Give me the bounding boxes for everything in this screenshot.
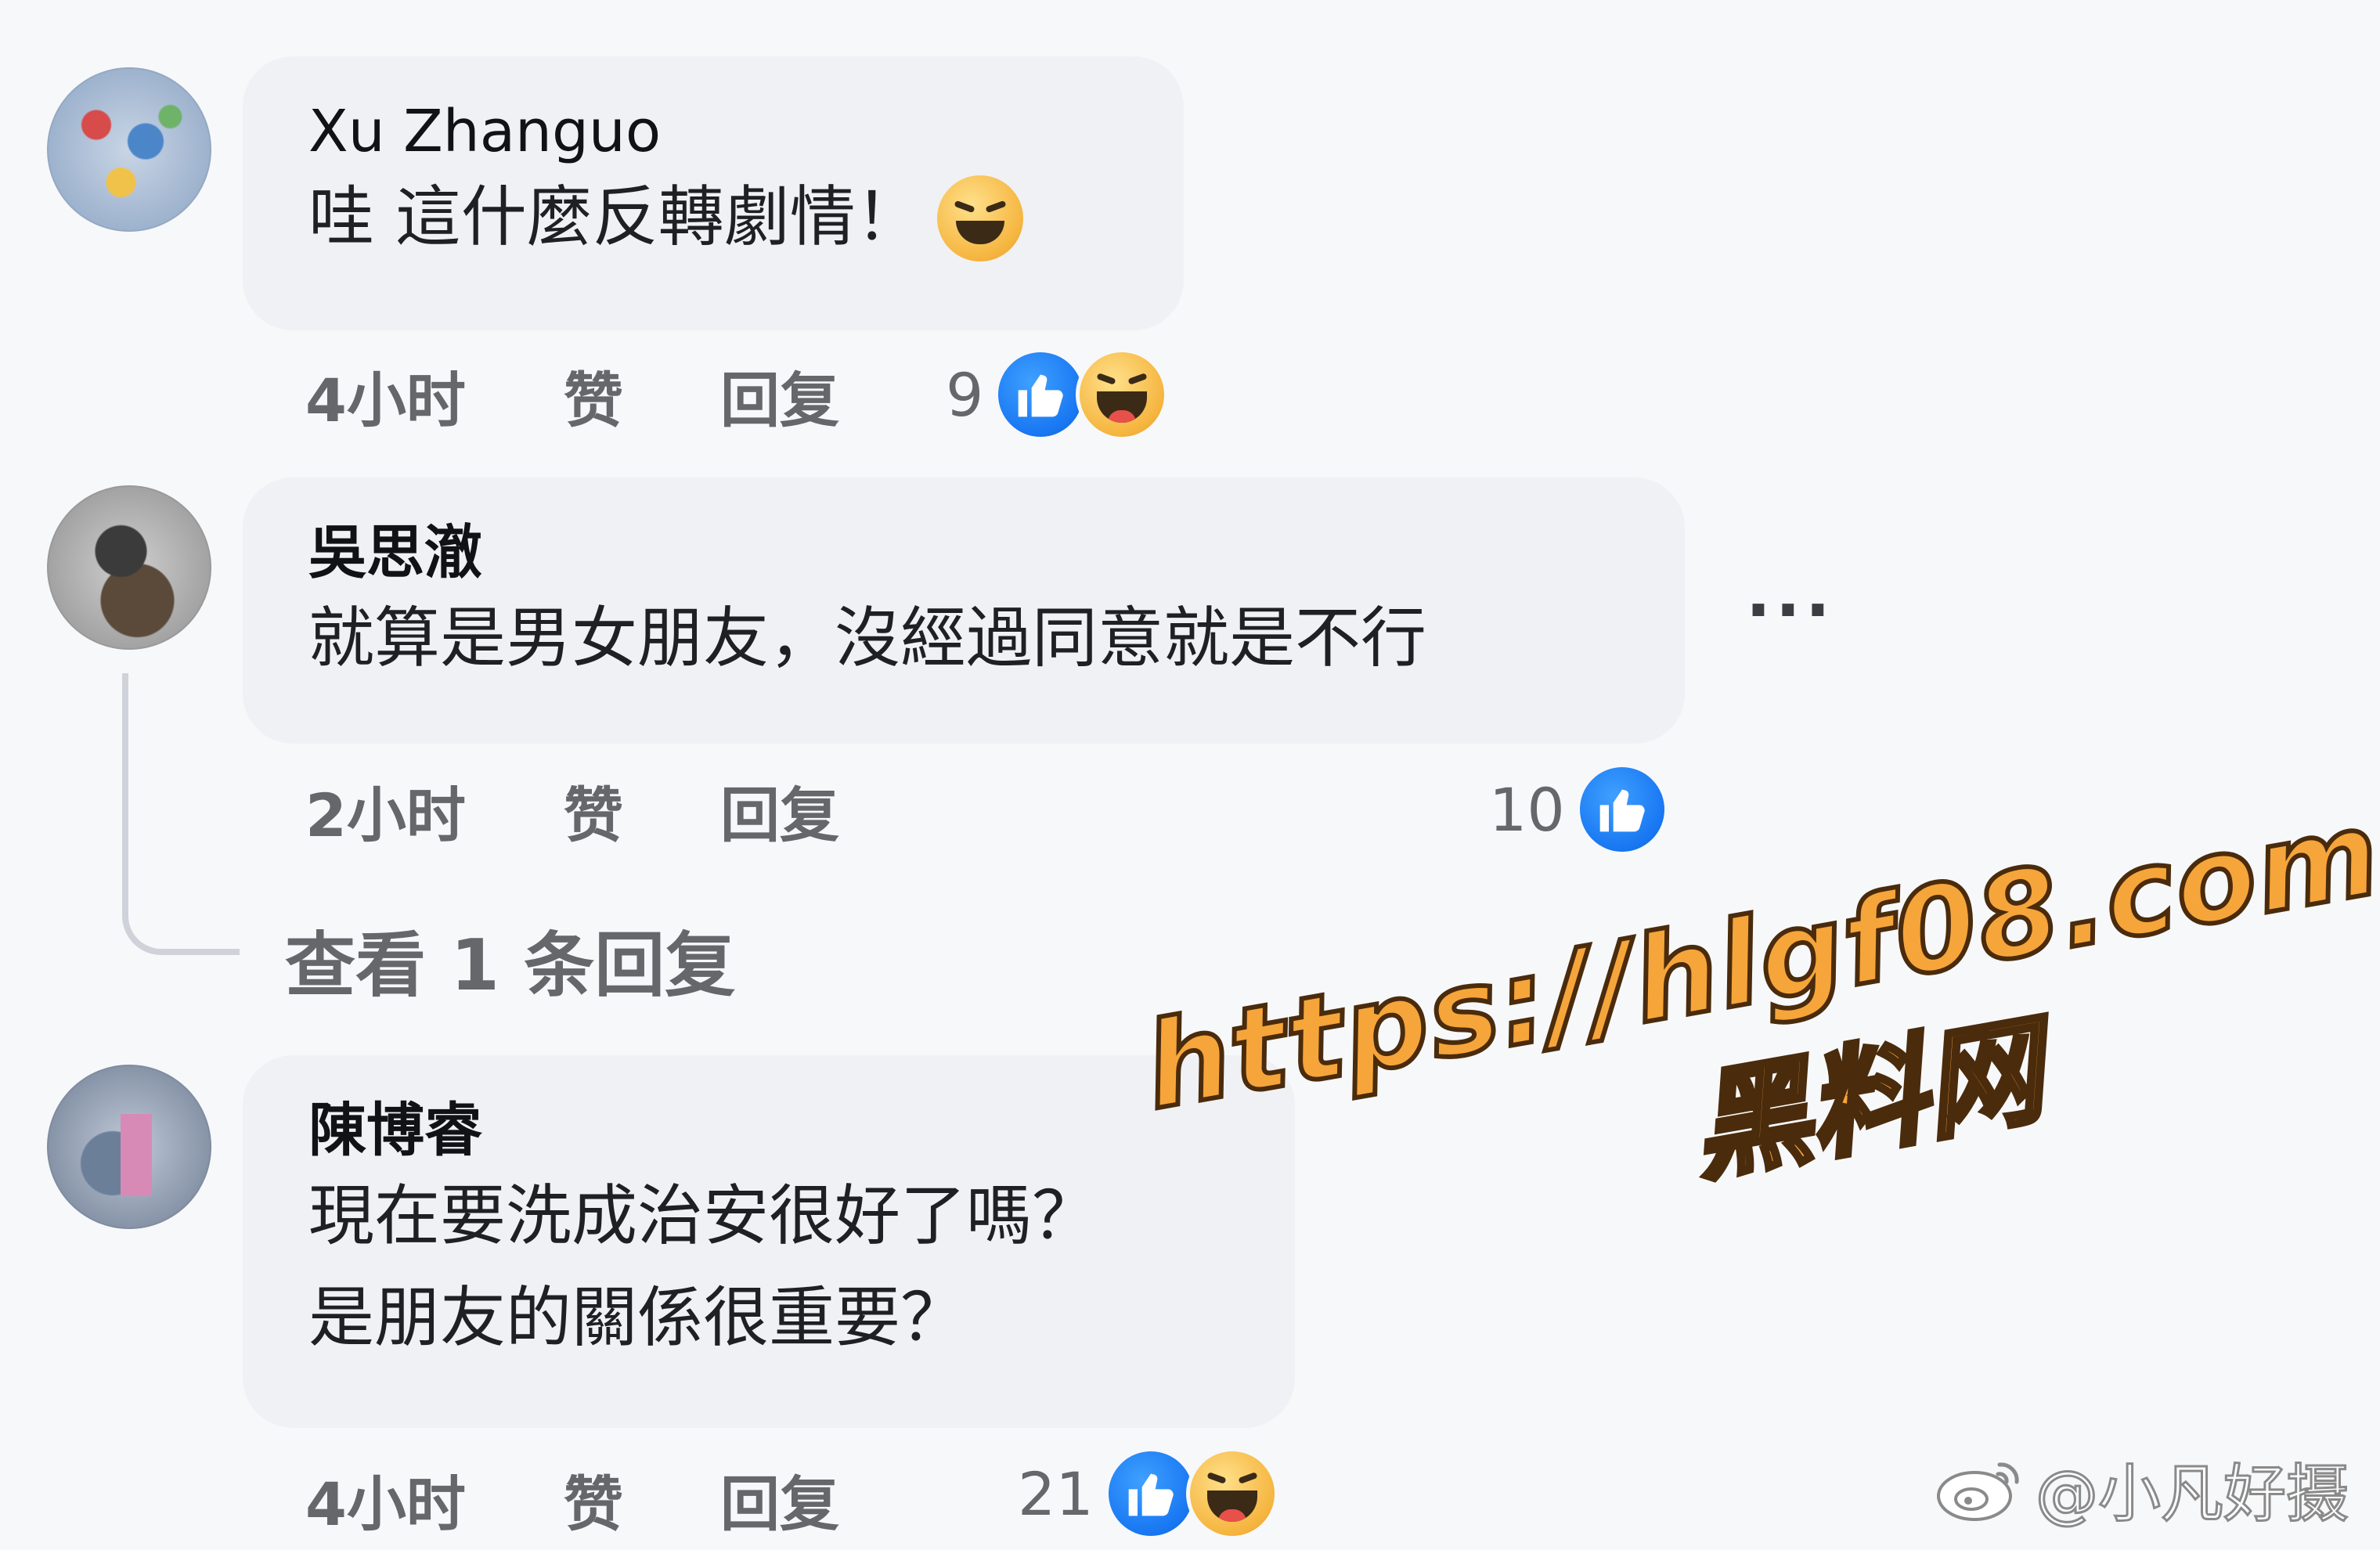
- reaction-count: 10: [1489, 774, 1565, 845]
- haha-reaction-icon: [1076, 348, 1169, 441]
- comment-bubble: 陳博睿 現在要洗成治安很好了嗎？ 是朋友的關係很重要？: [243, 1055, 1295, 1428]
- like-button[interactable]: 赞: [564, 352, 720, 438]
- comment-actions: 4小时 赞 回复: [305, 1456, 939, 1542]
- weibo-watermark: @小凡好摄: [1934, 1444, 2350, 1534]
- comment-time[interactable]: 2小时: [305, 767, 564, 853]
- comment-author[interactable]: 吳思澈: [308, 518, 1622, 587]
- thread-connector-line: [122, 673, 240, 955]
- reaction-count: 21: [1018, 1458, 1094, 1529]
- haha-reaction-icon: [1185, 1447, 1278, 1540]
- avatar[interactable]: [47, 1065, 211, 1229]
- like-button[interactable]: 赞: [564, 767, 720, 853]
- reply-button[interactable]: 回复: [720, 767, 939, 853]
- like-reaction-icon: [1104, 1447, 1197, 1540]
- comment-time[interactable]: 4小时: [305, 352, 564, 438]
- weibo-handle: @小凡好摄: [2035, 1457, 2350, 1532]
- reply-button[interactable]: 回复: [720, 352, 939, 438]
- reaction-summary[interactable]: 21: [1018, 1447, 1278, 1541]
- comment-bubble: Xu Zhanguo 哇 這什麼反轉劇情！: [243, 56, 1184, 330]
- reply-button[interactable]: 回复: [720, 1456, 939, 1542]
- comment-time[interactable]: 4小时: [305, 1456, 564, 1542]
- like-reaction-icon: [1575, 763, 1668, 856]
- reaction-count: 9: [946, 359, 984, 430]
- weibo-logo-icon: [1937, 1462, 2019, 1521]
- watermark-overlay: https://hlgf08.com 黑料网: [1133, 783, 2380, 1296]
- avatar[interactable]: [47, 485, 211, 650]
- like-button[interactable]: 赞: [564, 1456, 720, 1542]
- grinning-squinting-emoji-icon: [936, 175, 1023, 261]
- comment-bubble: 吳思澈 就算是男女朋友，沒經過同意就是不行: [243, 478, 1685, 744]
- more-options-button[interactable]: ···: [1746, 571, 1835, 648]
- comment-author[interactable]: 陳博睿: [308, 1096, 1232, 1165]
- comment-text: 就算是男女朋友，沒經過同意就是不行: [308, 600, 1427, 676]
- comment-text: 現在要洗成治安很好了嗎？ 是朋友的關係很重要？: [308, 1177, 1098, 1356]
- comment-actions: 2小时 赞 回复: [305, 767, 939, 853]
- like-reaction-icon: [994, 348, 1087, 441]
- reaction-summary[interactable]: 9: [946, 348, 1169, 442]
- reaction-summary[interactable]: 10: [1489, 762, 1668, 856]
- view-replies-link[interactable]: 查看 1 条回复: [285, 908, 735, 1010]
- comment-text: 哇 這什麼反轉劇情！: [308, 166, 1121, 268]
- comment-actions: 4小时 赞 回复: [305, 352, 939, 438]
- comment-author[interactable]: Xu Zhanguo: [308, 97, 1121, 166]
- avatar[interactable]: [47, 67, 211, 232]
